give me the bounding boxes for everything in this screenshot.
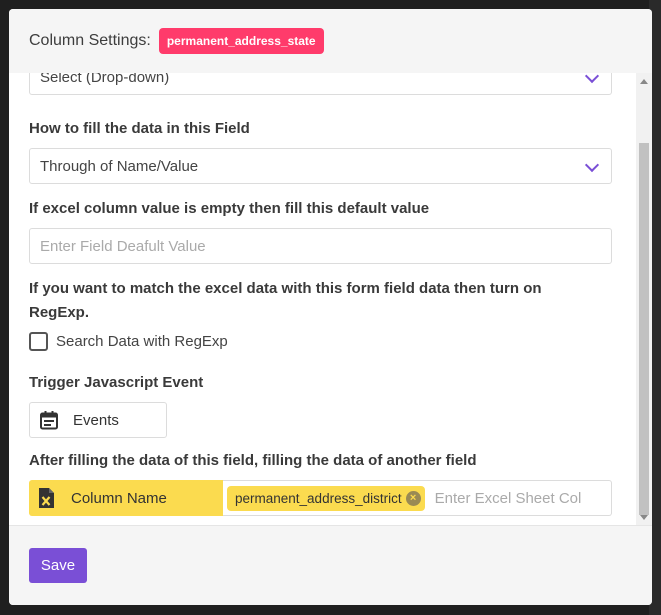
events-button-label: Events [73, 411, 119, 429]
column-name-badge: permanent_address_state [158, 28, 324, 54]
calendar-icon [39, 410, 59, 430]
modal-body[interactable]: Select (Drop-down) How to fill the data … [9, 73, 652, 526]
fill-method-value: Through of Name/Value [40, 157, 199, 175]
field-type-select[interactable]: Select (Drop-down) [29, 73, 612, 95]
column-name-text: Column Name [71, 489, 167, 507]
regexp-checkbox-row[interactable]: Search Data with RegExp [29, 332, 228, 351]
selected-field-tag: permanent_address_district × [227, 485, 425, 511]
column-name-label: Column Name [29, 480, 223, 516]
excel-file-icon [37, 487, 55, 509]
default-value-label: If excel column value is empty then fill… [29, 200, 430, 217]
modal-footer: Save [9, 526, 652, 605]
regexp-label-line1: If you want to match the excel data with… [29, 280, 542, 297]
excel-column-input[interactable]: permanent_address_district × Enter Excel… [223, 480, 612, 516]
scrollbar[interactable] [636, 73, 652, 525]
column-settings-modal: Column Settings: permanent_address_state… [9, 9, 652, 605]
modal-title: Column Settings: [29, 32, 151, 49]
excel-column-placeholder: Enter Excel Sheet Col [434, 489, 582, 507]
js-event-label: Trigger Javascript Event [29, 374, 204, 391]
scroll-up-icon[interactable] [640, 79, 648, 84]
fill-method-label: How to fill the data in this Field [29, 120, 250, 137]
modal-header: Column Settings: permanent_address_state [9, 9, 652, 73]
default-value-placeholder: Enter Field Deafult Value [40, 237, 206, 255]
another-field-row: Column Name permanent_address_district ×… [29, 480, 612, 516]
field-type-value: Select (Drop-down) [40, 73, 170, 86]
regexp-checkbox[interactable] [29, 332, 48, 351]
selected-field-tag-label: permanent_address_district [235, 490, 402, 506]
save-button[interactable]: Save [29, 548, 87, 583]
regexp-label: If you want to match the excel data with… [29, 277, 542, 325]
another-field-label: After filling the data of this field, fi… [29, 452, 477, 469]
scrollbar-thumb[interactable] [639, 143, 649, 515]
fill-method-select[interactable]: Through of Name/Value [29, 148, 612, 184]
scroll-down-icon[interactable] [640, 515, 648, 520]
chevron-down-icon [584, 73, 600, 84]
remove-tag-icon[interactable]: × [405, 490, 421, 506]
chevron-down-icon [584, 157, 600, 173]
default-value-input[interactable]: Enter Field Deafult Value [29, 228, 612, 264]
events-button[interactable]: Events [29, 402, 167, 438]
regexp-label-line2: RegExp. [29, 304, 90, 321]
regexp-checkbox-label: Search Data with RegExp [56, 333, 228, 350]
